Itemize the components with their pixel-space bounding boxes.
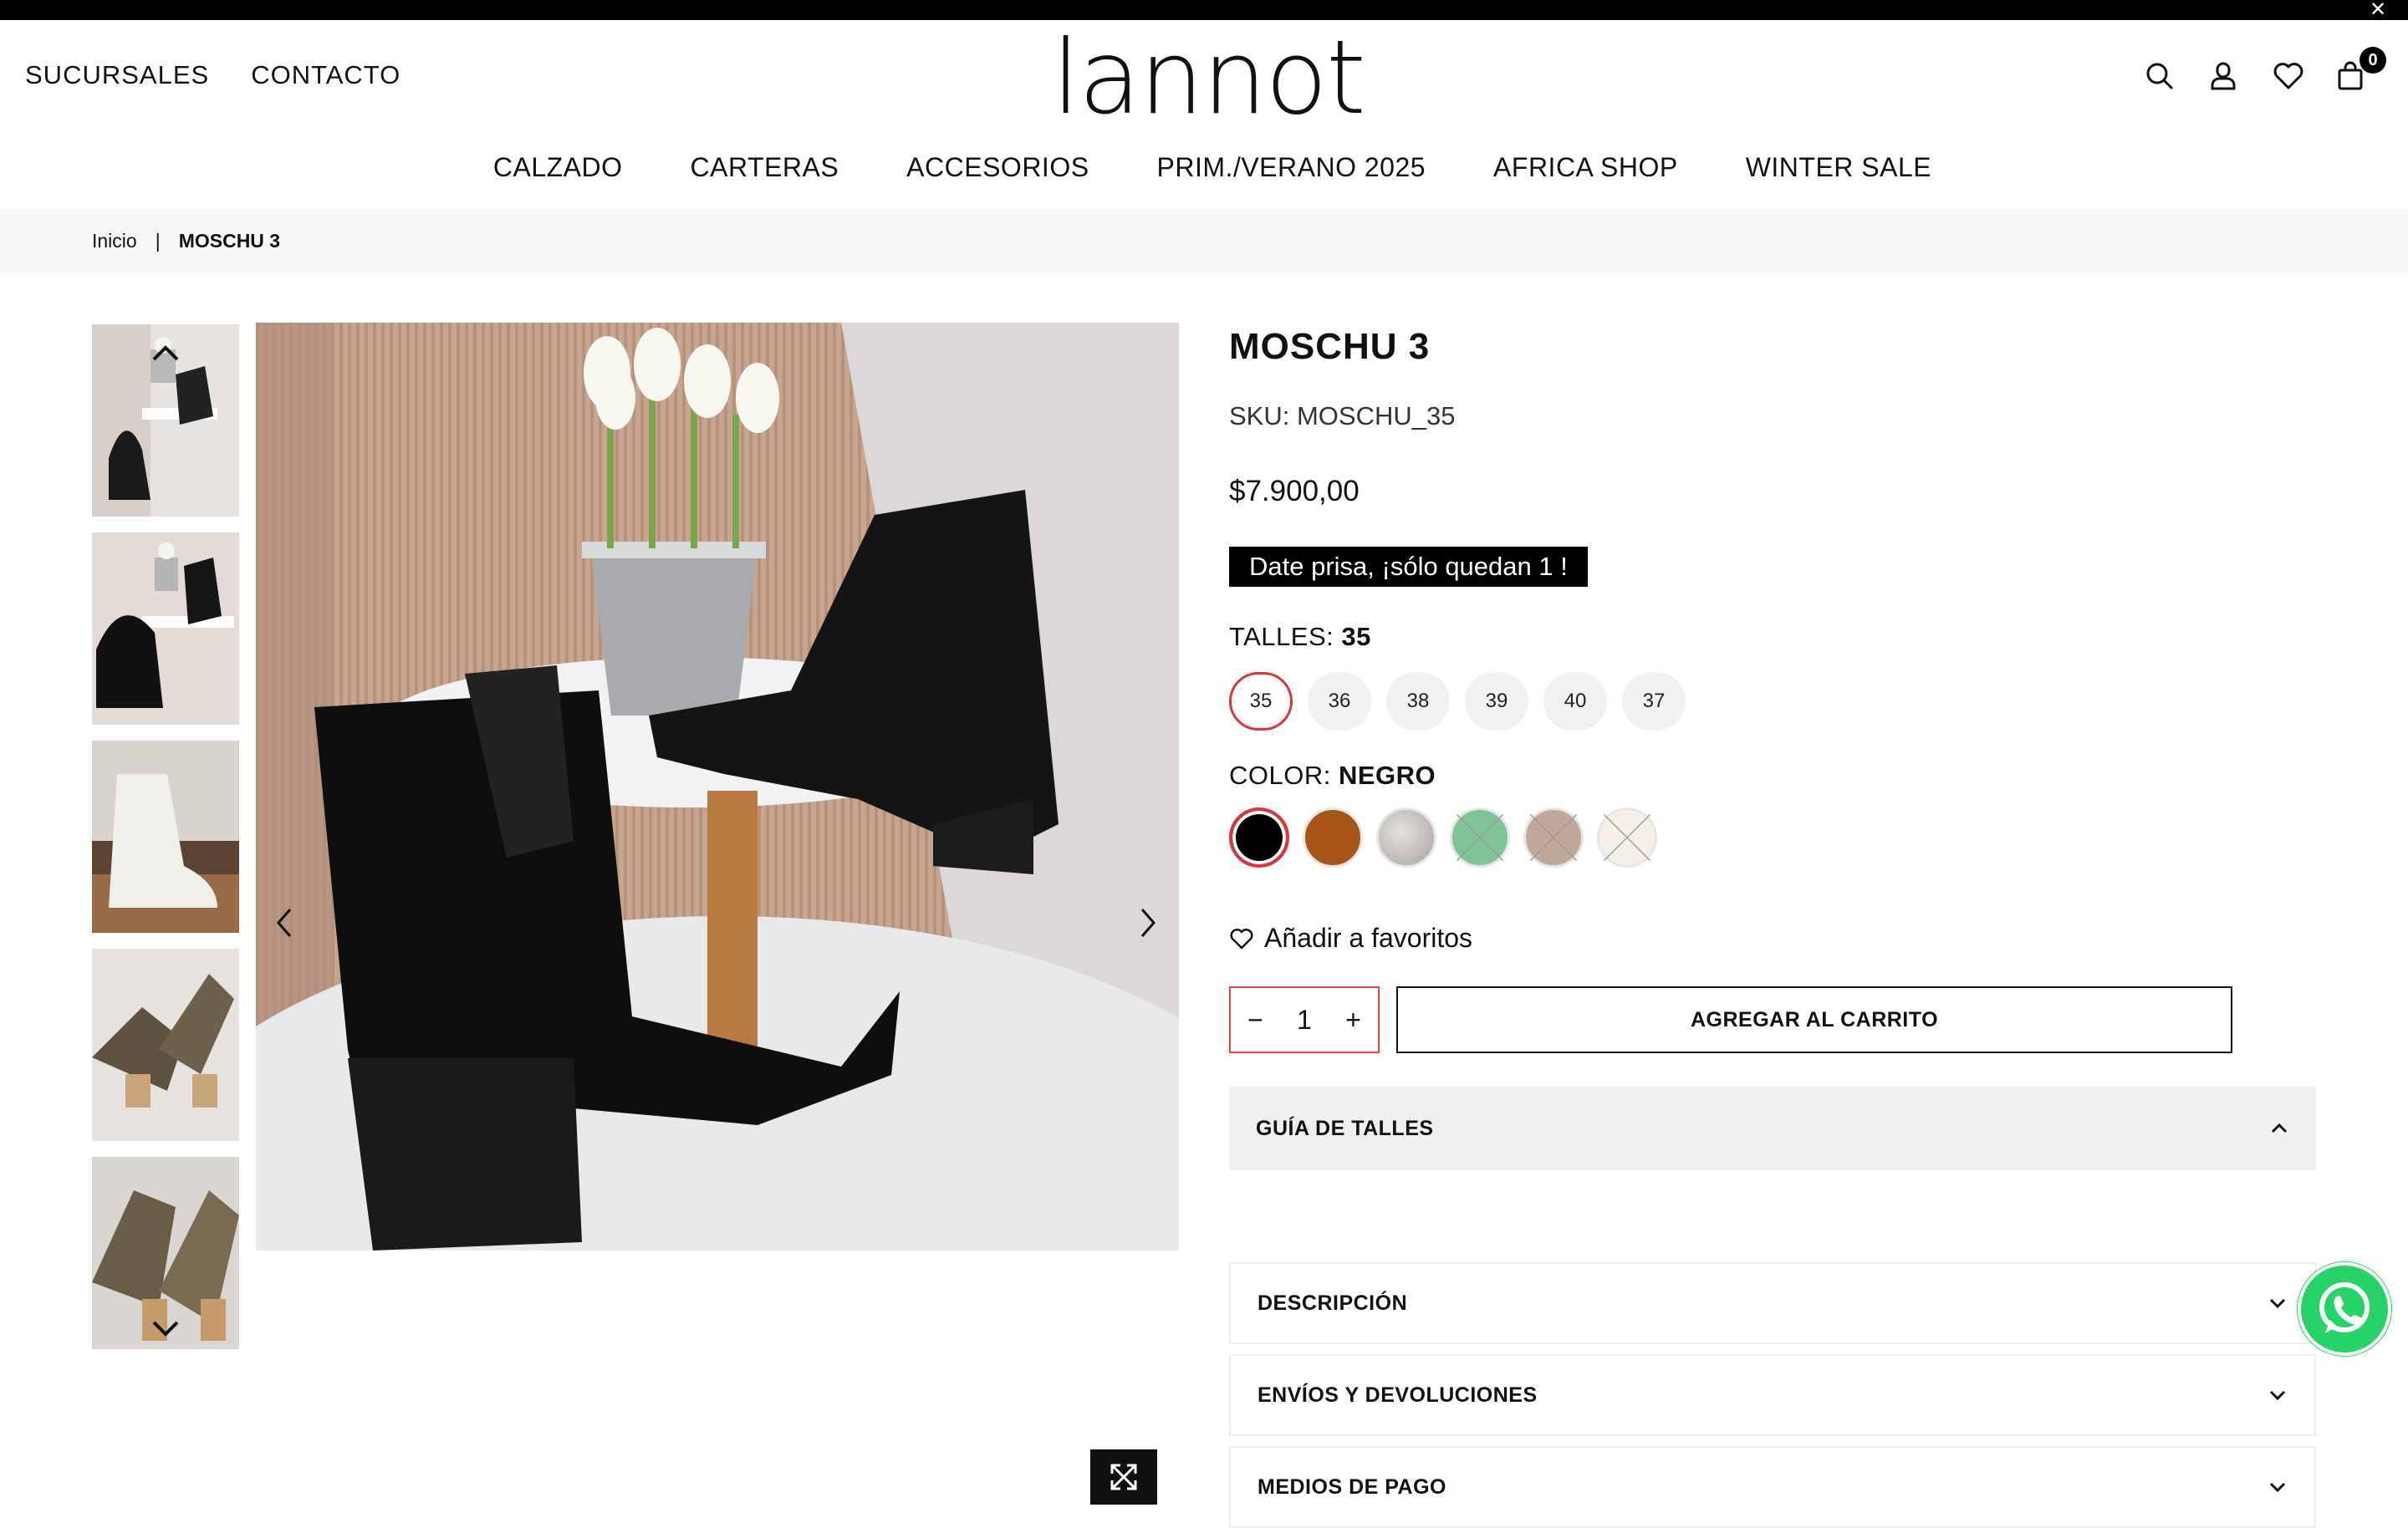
stock-warning-badge: Date prisa, ¡sólo quedan 1 ! (1229, 547, 1588, 587)
nav-winter-sale[interactable]: WINTER SALE (1746, 152, 1931, 183)
unavailable-cross-icon (1604, 814, 1650, 861)
color-swatch[interactable] (1376, 807, 1436, 868)
unavailable-cross-icon (1530, 814, 1577, 861)
size-option-36[interactable]: 36 (1308, 672, 1371, 731)
breadcrumb-separator: | (155, 229, 161, 252)
breadcrumb: Inicio | MOSCHU 3 (0, 209, 2408, 272)
whatsapp-button[interactable] (2298, 1262, 2391, 1356)
nav-calzado[interactable]: CALZADO (493, 152, 623, 183)
chevron-down-icon (2269, 1390, 2286, 1401)
color-label: COLOR: NEGRO (1229, 761, 1436, 791)
next-image-arrow[interactable] (1135, 906, 1161, 940)
chevron-down-icon (2269, 1482, 2286, 1493)
chevron-down-icon (2269, 1298, 2286, 1309)
zoom-button[interactable] (1090, 1449, 1157, 1505)
main-product-image[interactable] (256, 323, 1179, 1250)
payment-title: MEDIOS DE PAGO (1258, 1475, 1447, 1499)
color-options (1229, 807, 1657, 868)
color-swatch[interactable] (1523, 807, 1584, 868)
nav-accesorios[interactable]: ACCESORIOS (906, 152, 1089, 183)
shipping-accordion[interactable]: ENVÍOS Y DEVOLUCIONES (1229, 1354, 2316, 1436)
size-option-38[interactable]: 38 (1386, 672, 1450, 731)
description-accordion[interactable]: DESCRIPCIÓN (1229, 1262, 2316, 1344)
size-option-39[interactable]: 39 (1465, 672, 1528, 731)
size-selected-value: 35 (1341, 622, 1371, 651)
logo[interactable]: lannot (1052, 27, 1366, 129)
thumbnail-gallery (92, 324, 239, 1365)
quantity-stepper: − 1 + (1229, 986, 1380, 1053)
size-guide-title: GUÍA DE TALLES (1256, 1116, 1434, 1140)
color-swatch[interactable] (1303, 807, 1363, 868)
announcement-bar: ✕ (0, 0, 2408, 20)
heart-icon (1230, 928, 1253, 949)
size-option-35[interactable]: 35 (1229, 672, 1293, 731)
size-label: TALLES: 35 (1229, 622, 1371, 652)
nav-africa-shop[interactable]: AFRICA SHOP (1493, 152, 1678, 183)
add-to-cart-button[interactable]: AGREGAR AL CARRITO (1396, 986, 2232, 1053)
user-icon[interactable] (2209, 60, 2237, 92)
color-selected-value: NEGRO (1338, 761, 1436, 790)
expand-icon (1110, 1464, 1137, 1490)
close-icon[interactable]: ✕ (2368, 0, 2388, 20)
heart-icon[interactable] (2273, 60, 2303, 92)
payment-accordion[interactable]: MEDIOS DE PAGO (1229, 1446, 2316, 1528)
description-title: DESCRIPCIÓN (1258, 1291, 1408, 1315)
sucursales-link[interactable]: SUCURSALES (25, 60, 209, 90)
prev-image-arrow[interactable] (272, 906, 297, 940)
size-label-text: TALLES: (1229, 622, 1334, 651)
size-option-40[interactable]: 40 (1543, 672, 1607, 731)
bag-icon[interactable]: 0 (2336, 47, 2386, 92)
product-title: MOSCHU 3 (1229, 326, 1431, 367)
color-label-text: COLOR: (1229, 761, 1331, 790)
color-swatch[interactable] (1597, 807, 1657, 868)
color-swatch[interactable] (1229, 807, 1289, 868)
size-options: 35 36 38 39 40 37 (1229, 672, 1686, 731)
color-swatch[interactable] (1450, 807, 1510, 868)
main-nav: CALZADO CARTERAS ACCESORIOS PRIM./VERANO… (0, 152, 2408, 183)
size-option-37[interactable]: 37 (1622, 672, 1686, 731)
add-to-favorites-label: Añadir a favoritos (1264, 923, 1473, 953)
header-icons: 0 (2145, 47, 2386, 92)
breadcrumb-home[interactable]: Inicio (92, 230, 137, 252)
quantity-value[interactable]: 1 (1297, 1005, 1312, 1036)
chevron-up-icon[interactable] (149, 341, 182, 366)
chevron-down-icon[interactable] (149, 1316, 182, 1341)
decrease-quantity-button[interactable]: − (1247, 1005, 1263, 1036)
product-sku: SKU: MOSCHU_35 (1229, 401, 1456, 430)
nav-carteras[interactable]: CARTERAS (691, 152, 839, 183)
product-thumbnail[interactable] (92, 532, 239, 725)
whatsapp-icon (2319, 1282, 2370, 1333)
nav-prim-verano[interactable]: PRIM./VERANO 2025 (1157, 152, 1426, 183)
increase-quantity-button[interactable]: + (1345, 1005, 1361, 1036)
add-to-favorites[interactable]: Añadir a favoritos (1229, 923, 1472, 954)
header-links: SUCURSALES CONTACTO (25, 60, 400, 90)
size-guide-accordion[interactable]: GUÍA DE TALLES (1229, 1087, 2316, 1170)
breadcrumb-current: MOSCHU 3 (178, 229, 281, 252)
search-icon[interactable] (2145, 60, 2174, 92)
unavailable-cross-icon (1457, 814, 1503, 861)
cart-count-badge: 0 (2360, 47, 2386, 74)
product-thumbnail[interactable] (92, 949, 239, 1141)
chevron-up-icon (2271, 1123, 2288, 1133)
product-thumbnail[interactable] (92, 741, 239, 933)
product-price: $7.900,00 (1229, 475, 1360, 507)
contacto-link[interactable]: CONTACTO (251, 60, 400, 90)
shipping-title: ENVÍOS Y DEVOLUCIONES (1258, 1383, 1538, 1407)
